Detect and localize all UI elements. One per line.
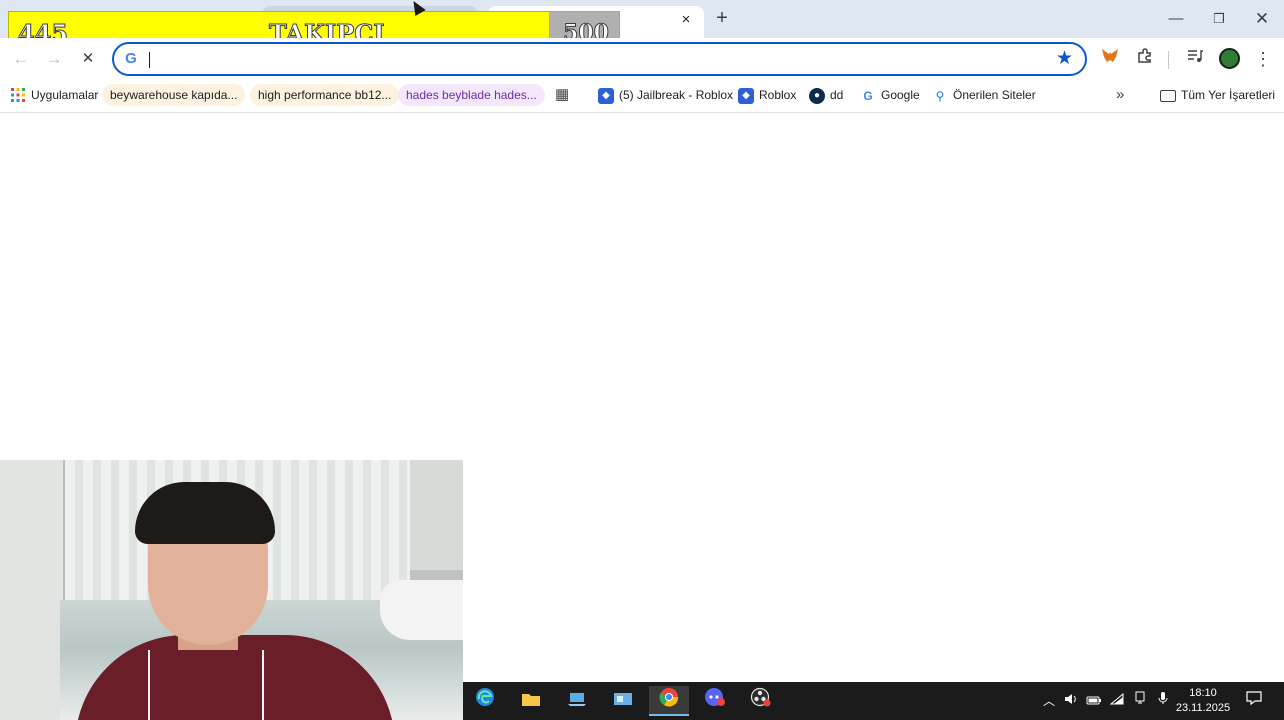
google-icon: G [125, 50, 137, 67]
edge-taskbar-icon[interactable] [465, 686, 505, 716]
bookmark-dd[interactable]: ● dd [809, 84, 843, 106]
roblox-icon: ◆ [598, 87, 614, 104]
dd-site-icon: ● [809, 87, 825, 104]
extensions-puzzle-icon[interactable] [1133, 48, 1157, 70]
bookmark-roblox[interactable]: ◆ Roblox [738, 84, 796, 106]
metamask-extension-icon[interactable] [1098, 48, 1122, 70]
media-control-icon[interactable] [1183, 48, 1207, 70]
file-explorer-taskbar-icon[interactable] [511, 686, 551, 716]
system-clock[interactable]: 18:10 23.11.2025 [1171, 686, 1235, 718]
bookmark-label: Önerilen Siteler [953, 88, 1036, 102]
bookmarks-bar: Uygulamalar beywarehouse kapıda... high … [0, 80, 1284, 113]
clock-date: 23.11.2025 [1175, 702, 1231, 714]
wifi-icon[interactable] [1106, 682, 1128, 720]
wall [410, 460, 463, 570]
address-bar[interactable]: G ★ [112, 42, 1087, 76]
folder-icon [1160, 89, 1176, 102]
webcam-feed [0, 460, 463, 720]
google-icon: G [863, 88, 873, 103]
tab-groups-grid-icon[interactable]: ▦ [555, 84, 569, 106]
tab-close-icon[interactable]: × [676, 10, 696, 30]
bookmark-label: Uygulamalar [31, 88, 99, 102]
apps-grid-icon [10, 87, 26, 104]
obs-taskbar-icon[interactable] [741, 686, 781, 716]
door [0, 460, 65, 720]
clock-time: 18:10 [1189, 687, 1217, 699]
roblox-icon: ◆ [738, 87, 754, 104]
device-icon[interactable] [1129, 682, 1151, 720]
bookmark-high-performance[interactable]: high performance bb12... [250, 84, 400, 106]
earphone-cable-left [148, 650, 150, 720]
bookmark-google[interactable]: G Google [860, 84, 920, 106]
volume-icon[interactable] [1060, 682, 1082, 720]
all-bookmarks-folder[interactable]: Tüm Yer İşaretleri [1160, 84, 1275, 106]
windows-taskbar: ︿ 18:10 23.11.2025 [463, 682, 1284, 720]
maximize-button[interactable]: ❐ [1199, 6, 1239, 32]
bookmark-label: dd [830, 88, 844, 102]
discord-taskbar-icon[interactable] [695, 686, 735, 716]
window-close-button[interactable]: ✕ [1242, 6, 1282, 32]
profile-avatar[interactable] [1219, 48, 1240, 69]
person-hair [135, 482, 275, 544]
pillow [380, 580, 463, 640]
tray-overflow-chevron-icon[interactable]: ︿ [1038, 682, 1060, 720]
bookmark-label: Google [881, 88, 920, 102]
back-icon[interactable]: ← [10, 48, 32, 70]
earphone-cable-right [262, 650, 264, 720]
bookmark-apps[interactable]: Uygulamalar [10, 84, 98, 106]
battery-icon[interactable] [1083, 682, 1105, 720]
search-icon: ⚲ [935, 88, 945, 103]
bookmark-beywarehouse[interactable]: beywarehouse kapıda... [102, 84, 246, 106]
page-content [0, 114, 1284, 460]
bookmark-onerilen-siteler[interactable]: ⚲ Önerilen Siteler [932, 84, 1036, 106]
bookmark-label: (5) Jailbreak - Roblox [619, 88, 734, 102]
bookmark-label: Roblox [759, 88, 797, 102]
bookmark-hades-beyblade[interactable]: hades beyblade hades... [398, 84, 545, 106]
bookmark-jailbreak-roblox[interactable]: ◆ (5) Jailbreak - Roblox [598, 84, 733, 106]
control-panel-taskbar-icon[interactable] [603, 686, 643, 716]
laptop-taskbar-icon[interactable] [557, 686, 597, 716]
browser-toolbar: ← → ✕ G ★ ⋮ [0, 38, 1284, 80]
forward-icon[interactable]: → [43, 48, 65, 70]
chrome-taskbar-icon[interactable] [649, 686, 689, 716]
stop-loading-icon[interactable]: ✕ [77, 48, 99, 70]
screen: kme × + — ❐ ✕ 500 445 TAKIPÇI ← → ✕ G ★ [0, 0, 1284, 720]
new-tab-button[interactable]: + [710, 8, 734, 30]
more-bookmarks-chevron-icon[interactable]: » [1116, 84, 1124, 106]
more-menu-icon[interactable]: ⋮ [1253, 48, 1273, 70]
bookmark-label: Tüm Yer İşaretleri [1181, 88, 1276, 102]
bookmark-star-icon[interactable]: ★ [1056, 49, 1073, 69]
notification-center-icon[interactable] [1239, 682, 1269, 720]
toolbar-divider [1168, 51, 1169, 69]
text-caret [149, 52, 150, 68]
minimize-button[interactable]: — [1156, 6, 1196, 32]
